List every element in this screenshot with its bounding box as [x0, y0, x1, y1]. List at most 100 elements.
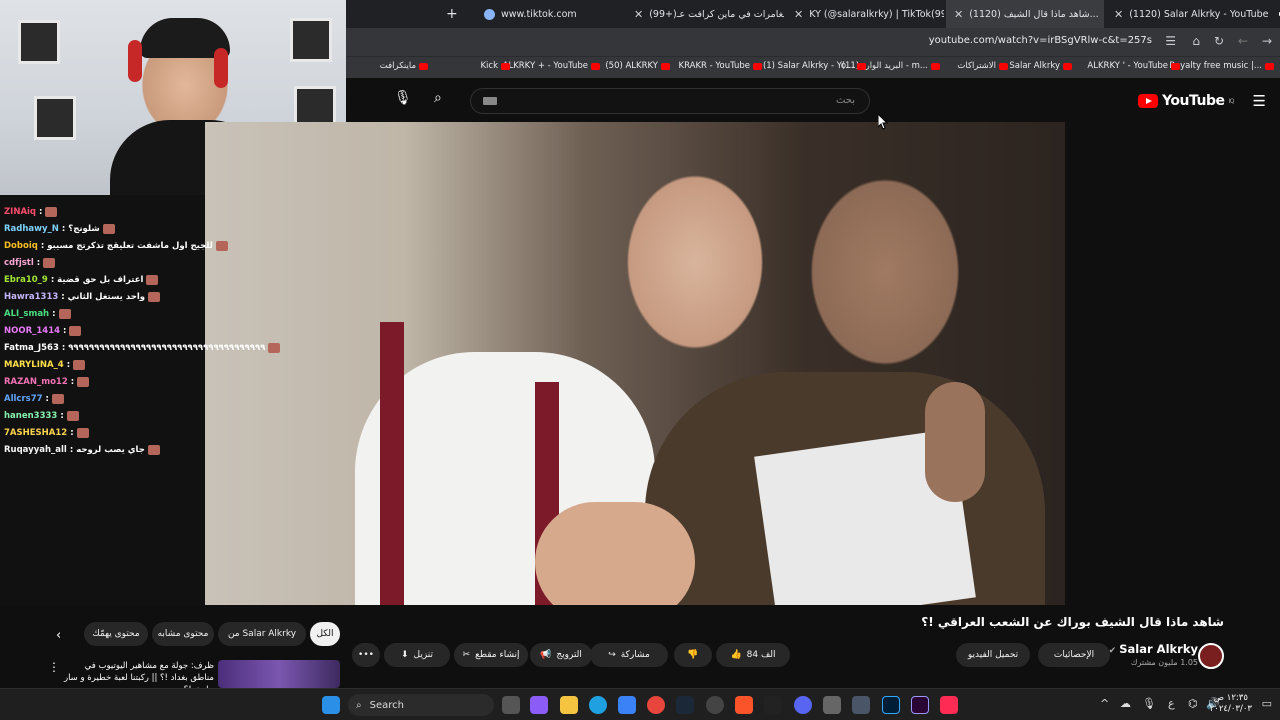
- close-tab-icon[interactable]: ✕: [794, 8, 803, 21]
- chip-similar[interactable]: محتوى مشابه: [152, 622, 214, 646]
- start-windows-icon[interactable]: [322, 696, 340, 714]
- share-button[interactable]: ↪ مشاركة: [590, 643, 668, 667]
- edit-video-button[interactable]: تحميل الفيديو: [956, 643, 1030, 667]
- stats-button[interactable]: الإحصائيات: [1038, 643, 1110, 667]
- close-tab-icon[interactable]: ✕: [1114, 8, 1123, 21]
- search-placeholder: بحث: [835, 95, 855, 106]
- chat-username[interactable]: Hawra1313: [4, 292, 58, 302]
- tab-tiktok[interactable]: www.tiktok.com: [476, 0, 621, 28]
- right-empty-area: [1065, 122, 1280, 605]
- file-explorer-icon[interactable]: [560, 696, 578, 714]
- chat-username[interactable]: Allcrs77: [4, 394, 43, 404]
- search-icon[interactable]: ⌕: [434, 90, 442, 106]
- close-tab-icon[interactable]: ✕: [954, 8, 963, 21]
- url-field[interactable]: youtube.com/watch?v=irBSgVRlw-c&t=257s: [929, 35, 1152, 46]
- video-player[interactable]: [205, 122, 1065, 605]
- chrome-icon[interactable]: [647, 696, 665, 714]
- dislike-button[interactable]: 👎: [674, 643, 712, 667]
- tab-tiktok-profile[interactable]: ✕ KY (@salaralkrky) | TikTok(99+): [786, 0, 944, 28]
- chat-text: :: [70, 427, 74, 438]
- chat-username[interactable]: NOOR_1414: [4, 326, 60, 336]
- chat-username[interactable]: MARYLINA_4: [4, 360, 64, 370]
- home-icon[interactable]: ⌂: [1192, 34, 1200, 48]
- bookmark-item[interactable]: ALKRKY ' - YouTube: [1087, 61, 1180, 71]
- photoshop-icon[interactable]: [882, 696, 900, 714]
- menu-icon[interactable]: ☰: [1253, 92, 1266, 110]
- store-icon[interactable]: [618, 696, 636, 714]
- recommended-thumbnail[interactable]: [218, 660, 340, 688]
- capcut-icon[interactable]: [764, 696, 782, 714]
- network-icon[interactable]: ⌬: [1188, 697, 1198, 710]
- reload-icon[interactable]: ↻: [1214, 34, 1224, 48]
- keyboard-icon[interactable]: [483, 97, 497, 105]
- new-tab-button[interactable]: +: [438, 0, 466, 28]
- forward-icon[interactable]: →: [1262, 34, 1272, 48]
- chat-message: ZINAiq:: [4, 203, 58, 220]
- back-icon[interactable]: ←: [1238, 34, 1248, 48]
- obs-icon[interactable]: [706, 696, 724, 714]
- youtube-logo[interactable]: YouTube IQ: [1138, 93, 1234, 109]
- bookmark-item[interactable]: Kick: [480, 61, 510, 71]
- chip-from-channel[interactable]: من Salar Alkrky: [218, 622, 306, 646]
- chat-username[interactable]: Ruqayyah_all: [4, 445, 67, 455]
- chat-username[interactable]: 7ASHESHA12: [4, 428, 67, 438]
- chat-text: : شلونج؟: [61, 223, 100, 234]
- channel-avatar[interactable]: [1198, 643, 1224, 669]
- close-tab-icon[interactable]: ✕: [634, 8, 643, 21]
- chat-username[interactable]: cdfjstl: [4, 258, 34, 268]
- chat-username[interactable]: hanen3333: [4, 411, 57, 421]
- promote-button[interactable]: 📢 الترويج: [530, 643, 592, 667]
- premiere-icon[interactable]: [911, 696, 929, 714]
- clock[interactable]: ١٢:٣٥ ص ٢٠٢٤/٠٣/٠٣: [1210, 693, 1252, 715]
- chat-username[interactable]: Radhawy_N: [4, 224, 59, 234]
- bookmark-item[interactable]: KRAKR - YouTube: [679, 61, 762, 71]
- chat-username[interactable]: Ebra10_9: [4, 275, 48, 285]
- tab-label: (99+)مغامرات في ماين كرافت عـ: [649, 8, 784, 20]
- more-vertical-icon[interactable]: ⋮: [48, 660, 60, 674]
- snipping-tool-icon[interactable]: [852, 696, 870, 714]
- microphone-icon[interactable]: 🎙: [394, 90, 412, 106]
- video-title: شاهد ماذا قال الشيف بوراك عن الشعب العرا…: [921, 615, 1224, 629]
- tab-youtube-video[interactable]: ✕ (1120) شاهد ماذا قال الشيف...: [946, 0, 1104, 28]
- like-button[interactable]: 👍 84 الف: [716, 643, 790, 667]
- input-language[interactable]: ع: [1168, 697, 1175, 710]
- download-button[interactable]: ⬇ تنزيل: [384, 643, 450, 667]
- bookmark-item[interactable]: ALKRKY + - YouTube: [503, 61, 600, 71]
- clip-button[interactable]: ✂ إنشاء مقطع: [454, 643, 528, 667]
- chat-username[interactable]: Fatma_J563: [4, 343, 59, 353]
- chat-username[interactable]: ZINAiq: [4, 207, 36, 217]
- bookmark-item[interactable]: Salar Alkrky: [1009, 61, 1072, 71]
- more-actions-button[interactable]: •••: [352, 643, 380, 667]
- tab-tiktok-minecraft[interactable]: ✕ (99+)مغامرات في ماين كرافت عـ: [626, 0, 784, 28]
- tiktok-app-icon[interactable]: [940, 696, 958, 714]
- cloud-icon[interactable]: ☁: [1120, 697, 1131, 710]
- bookmark-item[interactable]: ماينكرافت: [380, 61, 428, 71]
- chat-username[interactable]: ALI_smah: [4, 309, 49, 319]
- share-icon: ↪: [608, 650, 616, 660]
- edge-icon[interactable]: [589, 696, 607, 714]
- chevron-left-icon[interactable]: ‹: [56, 628, 61, 643]
- channel-name[interactable]: ✔ Salar Alkrky: [1109, 642, 1198, 656]
- chip-for-you[interactable]: محتوى يهمّك: [84, 622, 148, 646]
- steam-icon[interactable]: [676, 696, 694, 714]
- copilot-icon[interactable]: [530, 696, 548, 714]
- tab-youtube-channel[interactable]: ✕ (1120) Salar Alkrky - YouTube: [1106, 0, 1280, 28]
- search-input[interactable]: بحث: [470, 88, 870, 114]
- chevron-up-icon[interactable]: ^: [1100, 697, 1109, 710]
- taskbar-search[interactable]: ⌕ Search: [348, 694, 494, 716]
- chat-username[interactable]: RAZAN_mo12: [4, 377, 68, 387]
- bookmark-item[interactable]: الاشتراكات: [957, 61, 1008, 71]
- brave-icon[interactable]: [735, 696, 753, 714]
- site-settings-icon[interactable]: ☰: [1165, 34, 1176, 48]
- settings-gear-icon[interactable]: [823, 696, 841, 714]
- thumbs-down-icon: 👎: [687, 650, 699, 660]
- bookmark-item[interactable]: (50) ALKRKY: [605, 61, 670, 71]
- chip-all[interactable]: الكل: [310, 622, 340, 646]
- bookmark-item[interactable]: (1) Salar Alkrky - Yo...: [763, 61, 866, 71]
- task-view-icon[interactable]: [502, 696, 520, 714]
- chat-username[interactable]: Doboiq: [4, 241, 38, 251]
- discord-icon[interactable]: [794, 696, 812, 714]
- bookmark-item[interactable]: Royalty free music |...: [1169, 61, 1274, 71]
- mic-tray-icon[interactable]: 🎙: [1142, 697, 1156, 710]
- notifications-icon[interactable]: ▭: [1262, 697, 1272, 710]
